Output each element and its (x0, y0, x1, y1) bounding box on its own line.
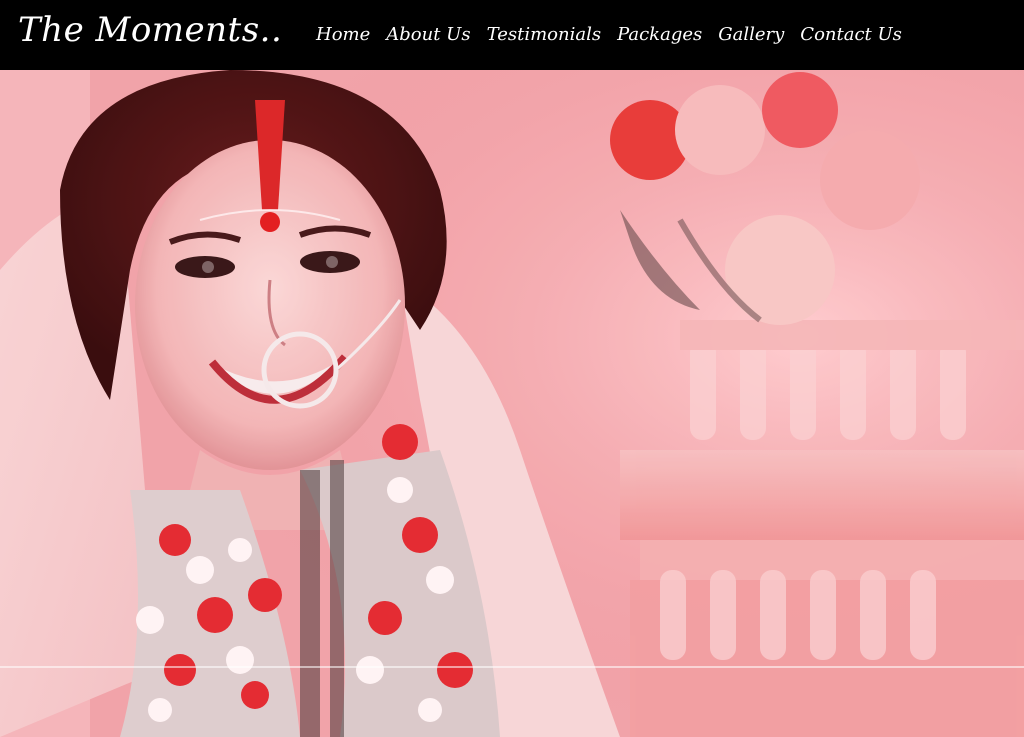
photo-seam-line (0, 666, 1024, 668)
site-header: The Moments.. Home About Us Testimonials… (0, 0, 1024, 70)
nav-testimonials[interactable]: Testimonials (487, 24, 601, 45)
nav-contact-us[interactable]: Contact Us (800, 24, 902, 45)
hero-photo (0, 70, 1024, 737)
nav-packages[interactable]: Packages (617, 24, 702, 45)
nav-home[interactable]: Home (316, 24, 370, 45)
nav-gallery[interactable]: Gallery (718, 24, 784, 45)
nav-about-us[interactable]: About Us (386, 24, 470, 45)
site-logo[interactable]: The Moments.. (18, 10, 282, 50)
page: The Moments.. Home About Us Testimonials… (0, 0, 1024, 737)
main-nav: Home About Us Testimonials Packages Gall… (316, 24, 918, 45)
bridal-portrait-illustration (0, 70, 1024, 737)
